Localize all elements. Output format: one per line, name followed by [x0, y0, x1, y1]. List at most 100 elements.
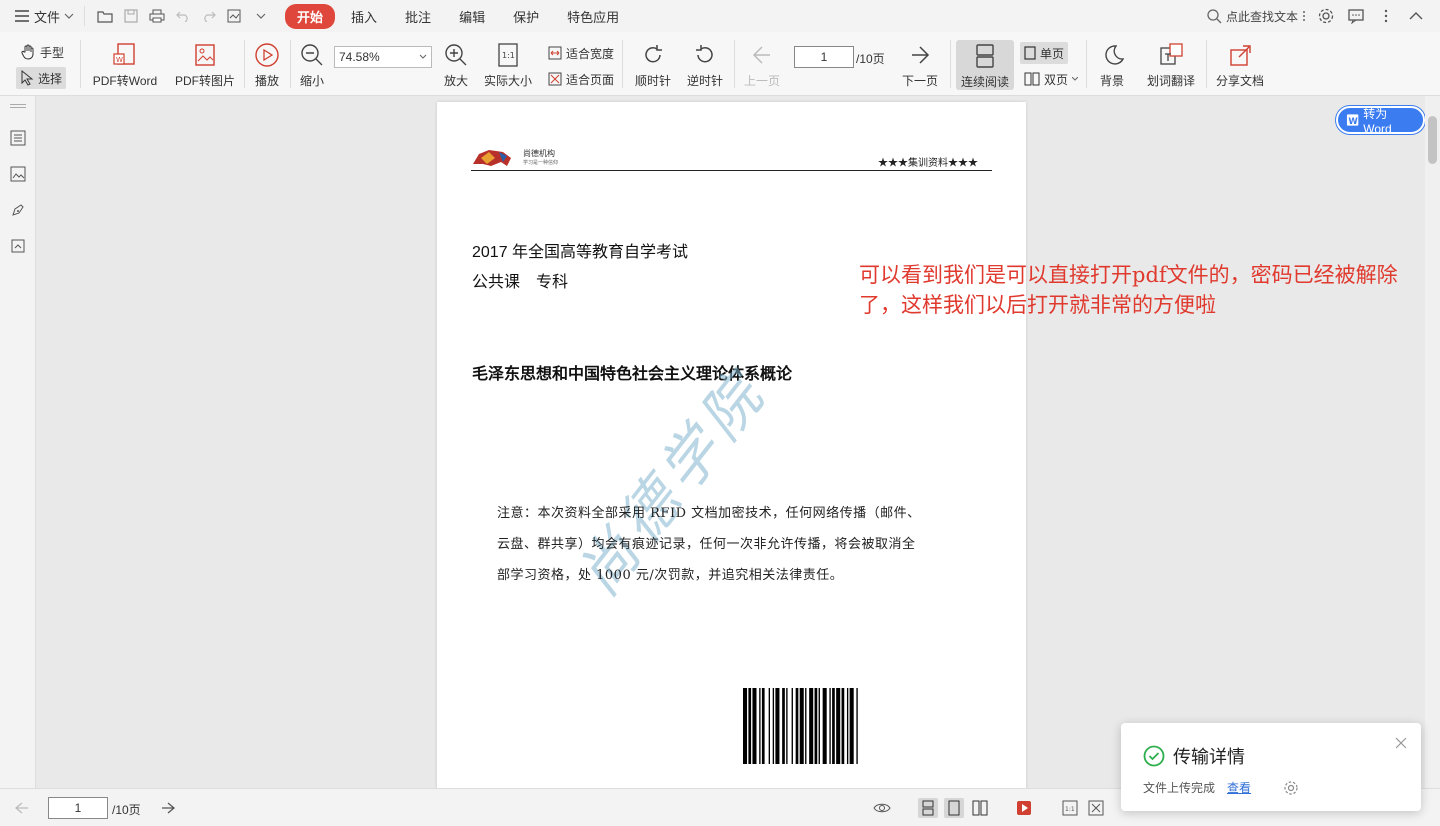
barcode-bar: [832, 688, 835, 764]
fit-page-button[interactable]: 适合页面: [544, 68, 618, 90]
more-options-icon[interactable]: [1376, 6, 1396, 26]
barcode-bar: [775, 688, 780, 764]
export-image-icon[interactable]: [225, 6, 245, 26]
tab-annotate[interactable]: 批注: [393, 4, 443, 29]
single-page-button[interactable]: 单页: [1020, 42, 1069, 64]
ribbon-separator: [80, 40, 81, 88]
menu-tabs: 开始 插入 批注 编辑 保护 特色应用: [285, 3, 631, 29]
attachment-icon[interactable]: [8, 236, 28, 256]
word-translate-label: 划词翻译: [1146, 74, 1195, 88]
play-button[interactable]: 播放: [248, 40, 286, 89]
eye-protection-icon[interactable]: [872, 798, 892, 818]
share-document-button[interactable]: 分享文档: [1212, 40, 1268, 89]
continuous-reading-button[interactable]: 连续阅读: [956, 40, 1014, 90]
tab-features[interactable]: 特色应用: [555, 4, 631, 29]
redo-icon[interactable]: [199, 6, 219, 26]
background-button[interactable]: 背景: [1092, 40, 1132, 89]
pdf-to-image-button[interactable]: PDF转图片: [172, 40, 238, 89]
share-document-label: 分享文档: [1215, 74, 1264, 88]
page-total: /10页: [856, 52, 885, 66]
collapse-ribbon-icon[interactable]: [1406, 6, 1426, 26]
pdf-to-word-label: PDF转Word: [92, 74, 158, 88]
sidebar-grip[interactable]: [10, 104, 26, 108]
copyright-notice: 注意：本次资料全部采用 RFID 文档加密技术，任何网络传播（邮件、云盘、群共享…: [497, 506, 921, 583]
print-icon[interactable]: [147, 6, 167, 26]
annotation-pen-icon[interactable]: [8, 200, 28, 220]
barcode-bar: [856, 688, 858, 764]
cursor-icon: [21, 70, 34, 86]
ribbon-separator: [950, 40, 951, 88]
chevron-down-icon: [64, 13, 74, 19]
toast-message: 文件上传完成: [1143, 781, 1216, 795]
barcode-bar: [748, 688, 752, 764]
status-actual-size-icon[interactable]: 1:1: [1060, 798, 1080, 818]
hand-tool-button[interactable]: 手型: [16, 41, 68, 63]
svg-text:1:1: 1:1: [1065, 806, 1075, 813]
zoom-out-button[interactable]: 缩小: [294, 40, 330, 89]
status-prev-page-icon[interactable]: [12, 798, 32, 818]
undo-icon[interactable]: [173, 6, 193, 26]
double-page-icon: [1024, 72, 1040, 86]
scrollbar-thumb[interactable]: [1428, 116, 1437, 164]
barcode-bar: [759, 688, 761, 764]
red-annotation-text: 可以看到我们是可以直接打开pdf文件的，密码已经被解除了，这样我们以后打开就非常…: [859, 263, 1398, 317]
barcode-bar: [761, 688, 765, 764]
vertical-scrollbar[interactable]: [1425, 96, 1440, 788]
status-continuous-icon[interactable]: [918, 798, 938, 818]
tab-edit[interactable]: 编辑: [447, 4, 497, 29]
outline-icon[interactable]: [8, 128, 28, 148]
comment-icon[interactable]: [1346, 6, 1366, 26]
moon-icon: [1097, 40, 1127, 70]
chevron-down-icon: [1072, 77, 1079, 81]
page-number-input[interactable]: 1: [794, 46, 854, 68]
more-vertical-icon: [1303, 11, 1305, 21]
zoom-in-button[interactable]: 放大: [438, 40, 474, 89]
zoom-select[interactable]: 74.58%: [334, 46, 432, 68]
toast-title-text: 传输详情: [1173, 747, 1245, 767]
actual-size-button[interactable]: 1:1 实际大小: [480, 40, 536, 89]
header-rule: [471, 170, 992, 171]
arrow-right-icon: [905, 40, 935, 70]
pdf-to-image-icon: [190, 40, 220, 70]
double-page-button[interactable]: 双页: [1020, 68, 1082, 90]
play-label: 播放: [254, 74, 279, 88]
file-menu[interactable]: 文件: [0, 0, 84, 32]
status-page-input[interactable]: 1: [48, 797, 108, 819]
open-folder-icon[interactable]: [95, 6, 115, 26]
tab-insert[interactable]: 插入: [339, 4, 389, 29]
toast-view-link[interactable]: 查看: [1227, 779, 1251, 796]
save-icon[interactable]: [121, 6, 141, 26]
find-text-button[interactable]: 点此查找文本: [1206, 8, 1306, 25]
word-translate-button[interactable]: 划词翻译: [1142, 40, 1200, 89]
status-double-page-icon[interactable]: [970, 798, 990, 818]
select-tool-button[interactable]: 选择: [16, 67, 67, 89]
ribbon-separator: [622, 40, 623, 88]
tab-start[interactable]: 开始: [285, 3, 336, 29]
status-page-total: /10页: [112, 803, 141, 817]
tab-protect[interactable]: 保护: [501, 4, 551, 29]
status-next-page-icon[interactable]: [158, 798, 178, 818]
convert-to-word-button[interactable]: W 转为Word: [1336, 106, 1425, 136]
actual-size-label: 实际大小: [483, 74, 532, 88]
status-single-page-icon[interactable]: [944, 798, 964, 818]
pdf-to-word-icon: W: [110, 40, 140, 70]
gear-icon[interactable]: [1283, 780, 1299, 796]
double-page-label: 双页: [1044, 72, 1069, 87]
next-page-button[interactable]: 下一页: [898, 40, 942, 89]
settings-icon[interactable]: [1316, 6, 1336, 26]
close-icon[interactable]: [1393, 735, 1409, 751]
status-fit-icon[interactable]: [1086, 798, 1106, 818]
thumbnail-icon[interactable]: [8, 164, 28, 184]
transfer-toast: 传输详情 文件上传完成 查看: [1121, 723, 1421, 811]
rotate-clockwise-button[interactable]: 顺时针: [630, 40, 676, 89]
pdf-to-word-button[interactable]: W PDF转Word: [90, 40, 160, 89]
svg-text:1:1: 1:1: [502, 51, 515, 60]
status-play-icon[interactable]: [1014, 798, 1034, 818]
background-label: 背景: [1099, 74, 1124, 88]
document-viewport[interactable]: 尚德机构 学习是一种信仰 ★★★集训资料★★★ 2017 年全国高等教育自学考试…: [37, 96, 1425, 788]
rotate-clockwise-icon: [638, 40, 668, 70]
prev-page-button[interactable]: 上一页: [740, 40, 784, 89]
fit-width-button[interactable]: 适合宽度: [544, 42, 618, 64]
rotate-counterclockwise-button[interactable]: 逆时针: [682, 40, 728, 89]
more-dropdown-icon[interactable]: [251, 6, 271, 26]
